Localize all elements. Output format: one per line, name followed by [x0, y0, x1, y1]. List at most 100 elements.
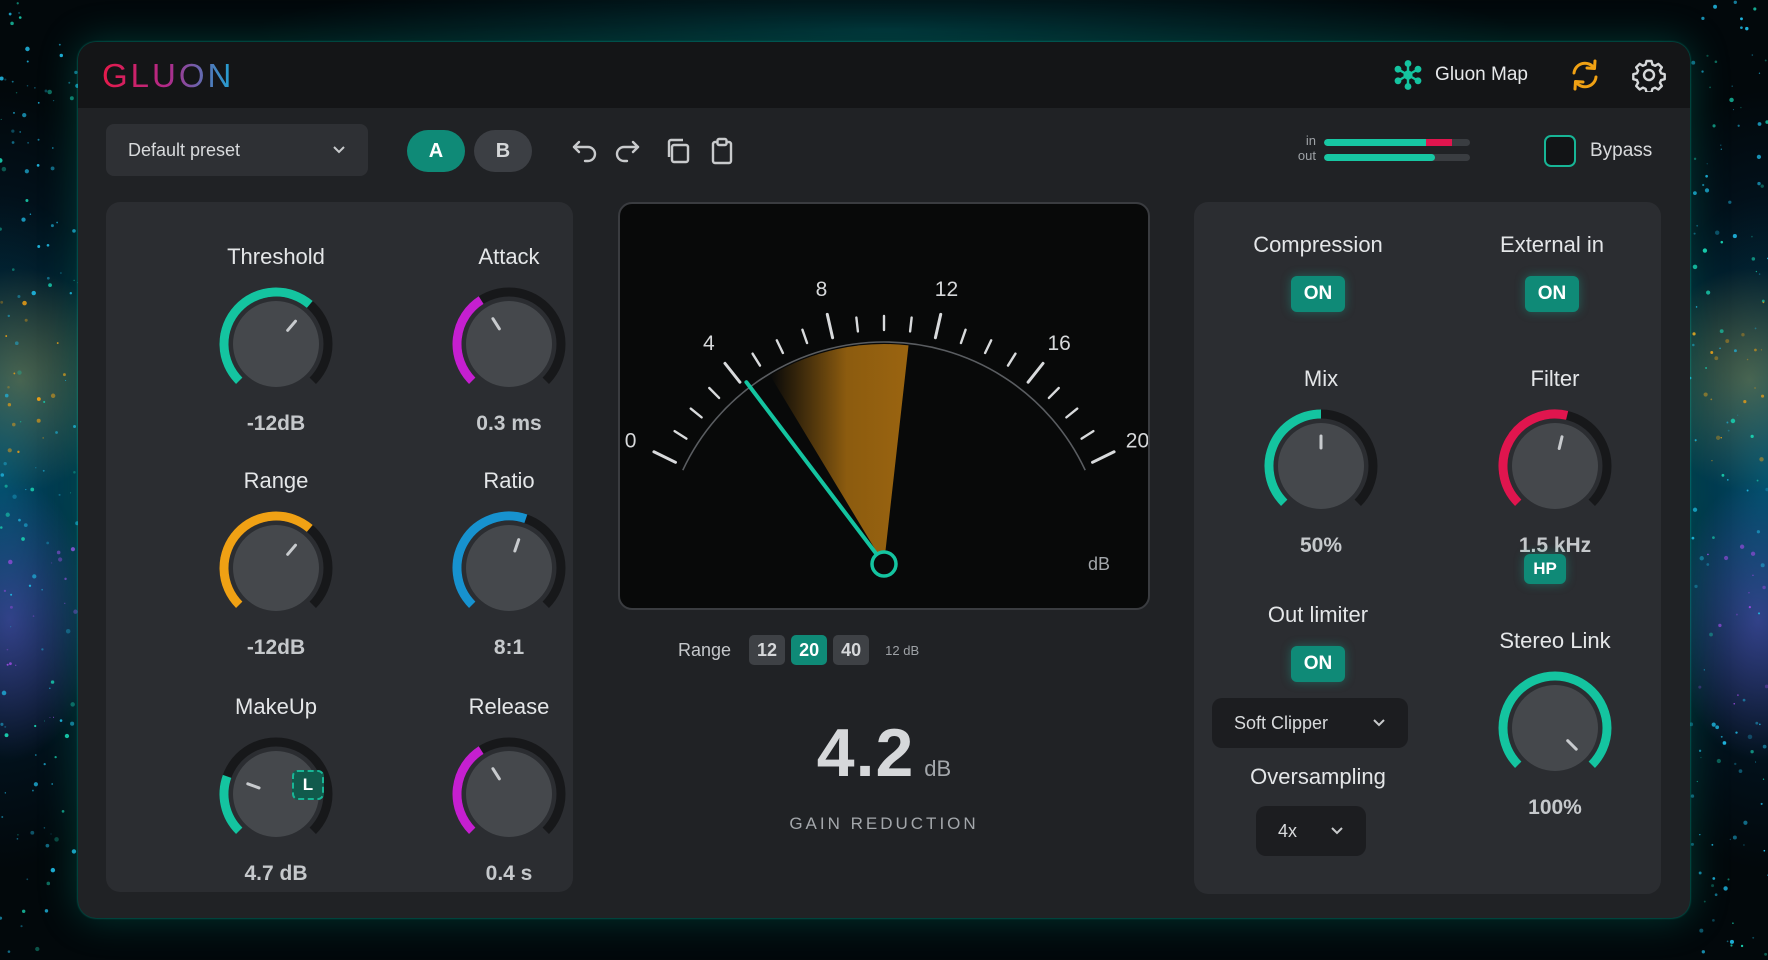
bg-particle — [1706, 163, 1708, 165]
bg-particle — [26, 60, 29, 63]
bg-particle — [1715, 230, 1720, 235]
clipper-select[interactable]: Soft Clipper — [1212, 698, 1408, 748]
range-option-40[interactable]: 40 — [833, 635, 870, 665]
gain-reduction-value: 4.2 — [816, 715, 915, 791]
preset-b-button[interactable]: B — [474, 130, 532, 172]
bypass-checkbox[interactable] — [1544, 135, 1576, 167]
bg-particle — [70, 721, 75, 726]
settings-button[interactable] — [1632, 58, 1666, 92]
bg-particle — [1729, 97, 1734, 103]
out-limiter-toggle[interactable]: ON — [1291, 646, 1345, 682]
bg-particle — [1696, 224, 1699, 227]
bg-particle — [7, 403, 12, 407]
bg-particle — [64, 577, 67, 581]
range-option-20[interactable]: 20 — [791, 635, 828, 665]
chevron-down-icon — [1373, 719, 1385, 727]
bg-particle — [1694, 584, 1698, 589]
bg-particle — [73, 279, 75, 282]
bg-particle — [1692, 332, 1696, 336]
oversampling-select[interactable]: 4x — [1256, 806, 1366, 856]
range-knob[interactable] — [214, 506, 338, 630]
bg-particle — [6, 663, 9, 666]
bg-particle — [1759, 723, 1761, 726]
bg-particle — [22, 300, 27, 306]
undo-icon — [572, 140, 597, 163]
bg-particle — [1760, 184, 1764, 188]
bg-particle — [1690, 842, 1694, 846]
range-option-12[interactable]: 12 — [749, 635, 786, 665]
makeup-link-button[interactable]: L — [292, 770, 324, 800]
release-knob[interactable] — [447, 732, 571, 856]
bg-particle — [1723, 886, 1728, 891]
bg-particle — [4, 725, 7, 728]
bg-particle — [1735, 731, 1738, 734]
bg-particle — [1733, 0, 1737, 4]
bg-particle — [1752, 574, 1754, 576]
bg-particle — [1757, 181, 1761, 186]
bg-particle — [1763, 849, 1766, 852]
threshold-knob[interactable] — [214, 282, 338, 406]
external-in-toggle[interactable]: ON — [1525, 276, 1579, 312]
range-unit: 12 dB — [885, 642, 920, 658]
clipboard-icon — [711, 137, 733, 165]
bg-particle — [50, 867, 56, 873]
bypass-toggle[interactable]: Bypass — [1544, 135, 1652, 167]
bg-particle — [1728, 200, 1732, 204]
bg-particle — [1702, 248, 1708, 253]
bg-particle — [17, 450, 20, 454]
filter-knob[interactable] — [1493, 404, 1617, 528]
bg-particle — [1743, 400, 1747, 404]
bg-particle — [1758, 72, 1761, 74]
bg-particle — [1737, 414, 1739, 416]
bg-particle — [1748, 605, 1751, 609]
ratio-knob[interactable] — [447, 506, 571, 630]
bg-particle — [1732, 922, 1734, 924]
bg-particle — [1743, 844, 1745, 846]
bg-particle — [32, 615, 35, 617]
bg-particle — [50, 166, 55, 171]
bg-particle — [1738, 769, 1743, 773]
bg-particle — [5, 335, 8, 337]
mix-value: 50% — [1299, 534, 1343, 557]
bg-particle — [1702, 183, 1705, 187]
bg-particle — [70, 547, 76, 552]
mix-label: Mix — [1303, 366, 1339, 391]
redo-button[interactable] — [610, 134, 644, 168]
gain-reduction-unit: dB — [924, 756, 952, 781]
bg-particle — [46, 243, 50, 247]
preset-a-button[interactable]: A — [407, 130, 465, 172]
bg-particle — [59, 719, 63, 722]
bg-particle — [16, 837, 19, 840]
bg-particle — [1703, 900, 1706, 903]
sync-button[interactable] — [1568, 58, 1602, 92]
bg-particle — [1762, 301, 1765, 304]
redo-icon — [615, 140, 640, 163]
bg-particle — [42, 469, 45, 472]
bg-particle — [1720, 144, 1722, 146]
bg-particle — [1706, 290, 1711, 295]
bg-particle — [30, 487, 35, 492]
bg-particle — [21, 909, 26, 913]
meter-tick — [775, 339, 785, 355]
gain-reduction-label: GAIN REDUCTION — [789, 814, 979, 833]
mix-knob[interactable] — [1259, 404, 1383, 528]
bg-particle — [35, 467, 37, 469]
attack-knob[interactable] — [447, 282, 571, 406]
copy-button[interactable] — [661, 134, 695, 168]
stereo-link-knob[interactable] — [1493, 666, 1617, 790]
paste-button[interactable] — [705, 134, 739, 168]
bg-particle — [1720, 240, 1724, 244]
bg-particle — [50, 833, 52, 835]
threshold-value: -12dB — [246, 412, 306, 435]
compression-toggle[interactable]: ON — [1291, 276, 1345, 312]
bg-particle — [1732, 234, 1737, 239]
bg-particle — [1691, 60, 1696, 65]
bg-particle — [1726, 479, 1729, 481]
bg-particle — [1699, 928, 1704, 933]
undo-button[interactable] — [568, 134, 602, 168]
filter-mode-button[interactable]: HP — [1524, 554, 1566, 584]
makeup-knob-group: MakeUp 4.7 dB — [191, 692, 361, 888]
gluon-map-button[interactable]: Gluon Map — [1393, 60, 1528, 90]
preset-select[interactable]: Default preset — [106, 124, 368, 176]
bg-particle — [1751, 54, 1754, 56]
